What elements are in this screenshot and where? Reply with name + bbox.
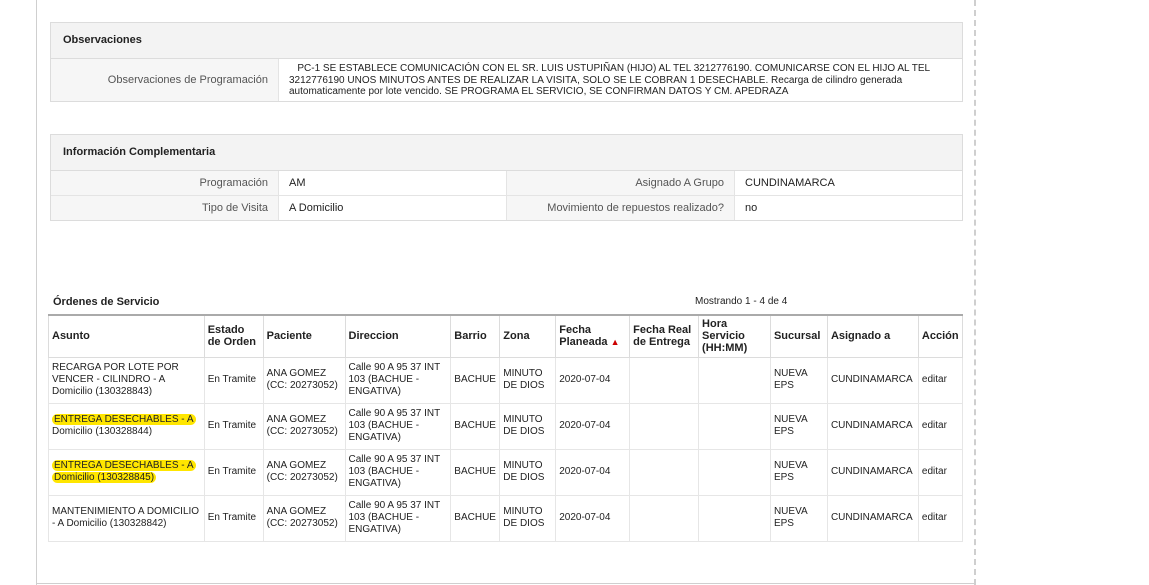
table-header-row: Asunto Estado de Orden Paciente Direccio… bbox=[48, 314, 964, 358]
tipo-visita-label: Tipo de Visita bbox=[51, 196, 279, 220]
repuestos-value: no bbox=[745, 202, 758, 214]
col-fecha-real[interactable]: Fecha Real de Entrega bbox=[629, 314, 700, 358]
col-fecha-planeada-label: Fecha Planeada bbox=[559, 324, 608, 349]
cell-barrio: BACHUE bbox=[450, 356, 501, 404]
col-sucursal[interactable]: Sucursal bbox=[769, 314, 828, 358]
cell-sucursal: NUEVA EPS bbox=[769, 356, 828, 404]
editar-link[interactable]: editar bbox=[922, 466, 947, 477]
cell-zona: MINUTO DE DIOS bbox=[499, 494, 557, 542]
cell-direccion: Calle 90 A 95 37 INT 103 (BACHUE - ENGAT… bbox=[344, 448, 452, 496]
observaciones-text-content: PC-1 SE ESTABLECE COMUNICACIÓN CON EL SR… bbox=[289, 63, 930, 97]
ordenes-title: Órdenes de Servicio bbox=[53, 296, 160, 308]
informacion-complementaria-panel: Información Complementaria Programación … bbox=[50, 134, 963, 221]
asignado-grupo-label: Asignado A Grupo bbox=[507, 171, 735, 195]
cell-barrio: BACHUE bbox=[450, 402, 501, 450]
editar-link[interactable]: editar bbox=[922, 512, 947, 523]
cell-estado: En Tramite bbox=[203, 402, 264, 450]
cell-sucursal: NUEVA EPS bbox=[769, 402, 828, 450]
table-row: RECARGA POR LOTE POR VENCER - CILINDRO -… bbox=[48, 356, 964, 404]
content-frame-bottom-border bbox=[36, 583, 976, 584]
cell-fecha-real bbox=[629, 448, 700, 496]
cell-paciente: ANA GOMEZ (CC: 20273052) bbox=[262, 402, 346, 450]
cell-hora bbox=[698, 494, 771, 542]
pagination-info: Mostrando 1 - 4 de 4 bbox=[695, 296, 788, 307]
observaciones-panel: Observaciones Observaciones de Programac… bbox=[50, 22, 963, 102]
cell-fecha-real bbox=[629, 494, 700, 542]
asunto-rest: Domicilio (130328845) bbox=[52, 472, 157, 483]
cell-accion: editar bbox=[917, 448, 964, 496]
cell-zona: MINUTO DE DIOS bbox=[499, 402, 557, 450]
cell-asunto: RECARGA POR LOTE POR VENCER - CILINDRO -… bbox=[48, 356, 205, 404]
cell-estado: En Tramite bbox=[203, 356, 264, 404]
table-row: MANTENIMIENTO A DOMICILIO - A Domicilio … bbox=[48, 494, 964, 542]
cell-zona: MINUTO DE DIOS bbox=[499, 448, 557, 496]
cell-direccion: Calle 90 A 95 37 INT 103 (BACHUE - ENGAT… bbox=[344, 356, 452, 404]
editar-link[interactable]: editar bbox=[922, 374, 947, 385]
cell-paciente: ANA GOMEZ (CC: 20273052) bbox=[262, 494, 346, 542]
cell-asignado: CUNDINAMARCA bbox=[826, 402, 919, 450]
cell-barrio: BACHUE bbox=[450, 494, 501, 542]
col-fecha-planeada[interactable]: Fecha Planeada ▲ bbox=[555, 314, 631, 358]
cell-accion: editar bbox=[917, 356, 964, 404]
cell-accion: editar bbox=[917, 402, 964, 450]
asignado-grupo-value: CUNDINAMARCA bbox=[745, 177, 835, 189]
col-hora[interactable]: Hora Servicio (HH:MM) bbox=[698, 314, 771, 358]
col-asunto[interactable]: Asunto bbox=[48, 314, 205, 358]
cell-sucursal: NUEVA EPS bbox=[769, 448, 828, 496]
col-barrio[interactable]: Barrio bbox=[450, 314, 501, 358]
col-estado[interactable]: Estado de Orden bbox=[203, 314, 264, 358]
editar-link[interactable]: editar bbox=[922, 420, 947, 431]
cell-hora bbox=[698, 402, 771, 450]
cell-paciente: ANA GOMEZ (CC: 20273052) bbox=[262, 448, 346, 496]
cell-fecha-real bbox=[629, 402, 700, 450]
cell-fecha-planeada: 2020-07-04 bbox=[555, 494, 631, 542]
cell-estado: En Tramite bbox=[203, 494, 264, 542]
observaciones-text: PC-1 SE ESTABLECE COMUNICACIÓN CON EL SR… bbox=[279, 59, 962, 101]
cell-asunto: ENTREGA DESECHABLES - A Domicilio (13032… bbox=[48, 448, 205, 496]
cell-barrio: BACHUE bbox=[450, 448, 501, 496]
cell-sucursal: NUEVA EPS bbox=[769, 494, 828, 542]
sort-asc-icon: ▲ bbox=[610, 337, 620, 348]
asunto-rest: Domicilio (130328844) bbox=[52, 426, 153, 437]
asunto-highlight: ENTREGA DESECHABLES - A bbox=[52, 414, 196, 425]
informacion-complementaria-title: Información Complementaria bbox=[51, 135, 962, 171]
cell-hora bbox=[698, 356, 771, 404]
programacion-label: Programación bbox=[51, 171, 279, 195]
cell-accion: editar bbox=[917, 494, 964, 542]
repuestos-label: Movimiento de repuestos realizado? bbox=[507, 196, 735, 220]
col-asignado[interactable]: Asignado a bbox=[826, 314, 919, 358]
ordenes-table: Asunto Estado de Orden Paciente Direccio… bbox=[48, 314, 964, 542]
cell-asunto: ENTREGA DESECHABLES - A Domicilio (13032… bbox=[48, 402, 205, 450]
col-direccion[interactable]: Direccion bbox=[344, 314, 452, 358]
programacion-value: AM bbox=[279, 171, 507, 195]
cell-fecha-real bbox=[629, 356, 700, 404]
observaciones-title: Observaciones bbox=[51, 23, 962, 59]
cell-fecha-planeada: 2020-07-04 bbox=[555, 448, 631, 496]
cell-estado: En Tramite bbox=[203, 448, 264, 496]
asunto-highlight: ENTREGA DESECHABLES - A bbox=[52, 460, 196, 471]
content-frame-right-border bbox=[974, 0, 976, 585]
tipo-visita-value: A Domicilio bbox=[279, 196, 507, 220]
cell-asignado: CUNDINAMARCA bbox=[826, 356, 919, 404]
cell-zona: MINUTO DE DIOS bbox=[499, 356, 557, 404]
table-row: ENTREGA DESECHABLES - A Domicilio (13032… bbox=[48, 402, 964, 450]
col-accion: Acción bbox=[917, 314, 964, 358]
cell-asunto: MANTENIMIENTO A DOMICILIO - A Domicilio … bbox=[48, 494, 205, 542]
cell-direccion: Calle 90 A 95 37 INT 103 (BACHUE - ENGAT… bbox=[344, 402, 452, 450]
table-row: ENTREGA DESECHABLES - A Domicilio (13032… bbox=[48, 448, 964, 496]
cell-asignado: CUNDINAMARCA bbox=[826, 494, 919, 542]
observaciones-label: Observaciones de Programación bbox=[51, 59, 279, 101]
cell-fecha-planeada: 2020-07-04 bbox=[555, 356, 631, 404]
cell-asignado: CUNDINAMARCA bbox=[826, 448, 919, 496]
content-frame-left-border bbox=[36, 0, 37, 585]
col-zona[interactable]: Zona bbox=[499, 314, 557, 358]
cell-paciente: ANA GOMEZ (CC: 20273052) bbox=[262, 356, 346, 404]
col-paciente[interactable]: Paciente bbox=[262, 314, 346, 358]
cell-hora bbox=[698, 448, 771, 496]
cell-direccion: Calle 90 A 95 37 INT 103 (BACHUE - ENGAT… bbox=[344, 494, 452, 542]
cell-fecha-planeada: 2020-07-04 bbox=[555, 402, 631, 450]
